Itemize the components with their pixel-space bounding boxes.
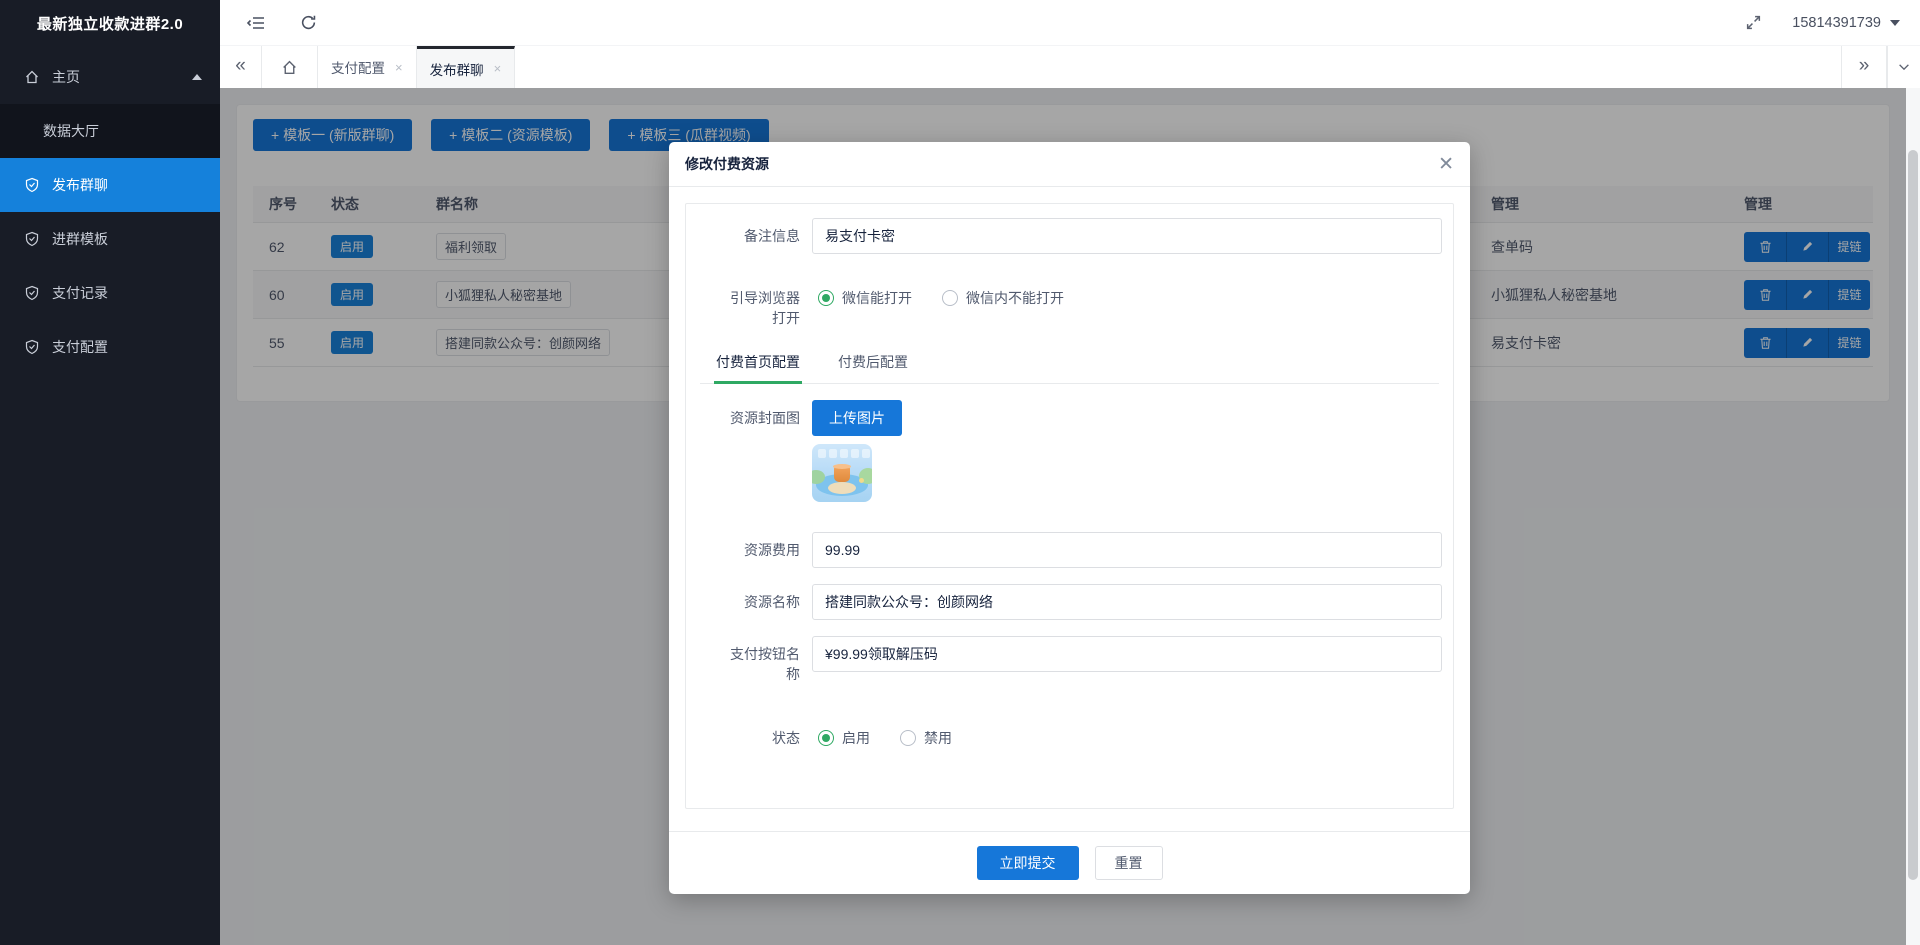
form-row-pay-button-name: 支付按钮名称	[686, 636, 1453, 684]
close-icon[interactable]: ×	[395, 60, 403, 75]
tab-home-button[interactable]	[262, 46, 318, 88]
thumbnail-art	[818, 449, 870, 458]
dialog-form: 备注信息 引导浏览器打开 微信能打开 微信内不能打开 付费首页配置 付费后配置 …	[685, 203, 1454, 809]
tabs-nav-bar: « 支付配置 × 发布群聊 × »	[220, 46, 1920, 88]
edit-paid-resource-dialog: 修改付费资源 ✕ 备注信息 引导浏览器打开 微信能打开 微信内不能打开 付费首页…	[669, 142, 1470, 894]
sidebar-item-label: 支付记录	[52, 283, 202, 303]
field-label: 引导浏览器打开	[724, 288, 800, 328]
radio-circle-icon	[818, 290, 834, 306]
shield-check-icon	[24, 231, 40, 247]
home-icon	[24, 69, 40, 85]
tab-label: 支付配置	[331, 57, 385, 77]
form-row-remark: 备注信息	[686, 218, 1453, 254]
radio-circle-icon	[900, 730, 916, 746]
scrollbar-track[interactable]	[1906, 88, 1920, 945]
chevron-down-icon	[1897, 60, 1911, 74]
resource-name-input[interactable]	[812, 584, 1442, 620]
home-icon	[281, 59, 298, 76]
sidebar-item-payment-records[interactable]: 支付记录	[0, 266, 220, 320]
sidebar-collapse-icon[interactable]	[246, 15, 266, 31]
dialog-title: 修改付费资源	[685, 154, 769, 174]
tabs-scroll-right-button[interactable]: »	[1841, 46, 1887, 88]
close-icon[interactable]: ×	[494, 61, 502, 76]
sidebar-item-home[interactable]: 主页	[0, 50, 220, 104]
user-phone: 15814391739	[1792, 15, 1881, 31]
field-label: 备注信息	[724, 218, 800, 246]
field-label: 资源费用	[724, 532, 800, 560]
sidebar-item-data-hall[interactable]: 数据大厅	[0, 104, 220, 158]
radio-label: 启用	[842, 728, 870, 748]
sidebar-item-label: 主页	[52, 67, 192, 87]
tab-payment-config[interactable]: 支付配置 ×	[318, 46, 417, 88]
sidebar-item-payment-config[interactable]: 支付配置	[0, 320, 220, 374]
refresh-icon[interactable]	[300, 14, 317, 31]
tab-label: 发布群聊	[430, 59, 484, 79]
radio-circle-icon	[942, 290, 958, 306]
shield-check-icon	[24, 285, 40, 301]
field-label: 资源名称	[724, 584, 800, 612]
radio-wechat-cannot-open[interactable]: 微信内不能打开	[942, 288, 1064, 308]
pay-button-name-input[interactable]	[812, 636, 1442, 672]
radio-status-enabled[interactable]: 启用	[818, 728, 870, 748]
shield-check-icon	[24, 177, 40, 193]
radio-label: 微信内不能打开	[966, 288, 1064, 308]
radio-circle-icon	[818, 730, 834, 746]
radio-label: 微信能打开	[842, 288, 912, 308]
field-label: 支付按钮名称	[724, 636, 800, 684]
tabs-scroll-left-button[interactable]: «	[220, 46, 262, 88]
app-title: 最新独立收款进群2.0	[0, 0, 220, 50]
form-row-status: 状态 启用 禁用	[686, 728, 1453, 748]
reset-button[interactable]: 重置	[1095, 846, 1163, 880]
top-header: 15814391739	[220, 0, 1920, 46]
sidebar-item-label: 数据大厅	[43, 121, 99, 141]
tab-publish-group[interactable]: 发布群聊 ×	[417, 46, 516, 88]
form-row-browser-open: 引导浏览器打开 微信能打开 微信内不能打开	[686, 288, 1453, 328]
sidebar-item-label: 发布群聊	[52, 175, 202, 195]
fullscreen-icon[interactable]	[1745, 14, 1762, 31]
sidebar-item-publish-group[interactable]: 发布群聊	[0, 158, 220, 212]
sidebar-item-label: 支付配置	[52, 337, 202, 357]
form-row-cover: 资源封面图 上传图片	[686, 400, 1453, 502]
sidebar: 最新独立收款进群2.0 主页 数据大厅 发布群聊 进群模板 支付记录 支付配置	[0, 0, 220, 945]
resource-fee-input[interactable]	[812, 532, 1442, 568]
modal-tabs: 付费首页配置 付费后配置	[700, 352, 1439, 384]
radio-wechat-can-open[interactable]: 微信能打开	[818, 288, 912, 308]
sidebar-item-label: 进群模板	[52, 229, 202, 249]
form-row-fee: 资源费用	[686, 532, 1453, 568]
double-chevron-left-icon: «	[235, 56, 246, 78]
radio-label: 禁用	[924, 728, 952, 748]
form-row-name: 资源名称	[686, 584, 1453, 620]
tab-after-payment-config[interactable]: 付费后配置	[836, 352, 910, 383]
double-chevron-right-icon: »	[1859, 56, 1870, 78]
user-account-dropdown[interactable]: 15814391739	[1792, 15, 1900, 31]
submit-button[interactable]: 立即提交	[977, 846, 1079, 880]
dialog-header: 修改付费资源 ✕	[669, 142, 1470, 187]
tabs-list-dropdown-button[interactable]	[1887, 46, 1920, 88]
caret-up-icon	[192, 74, 202, 80]
upload-image-button[interactable]: 上传图片	[812, 400, 902, 436]
caret-down-icon	[1890, 20, 1900, 26]
tabbar-spacer	[515, 46, 1841, 88]
scrollbar-thumb[interactable]	[1908, 150, 1918, 880]
browser-open-radio-group: 微信能打开 微信内不能打开	[812, 288, 1094, 308]
status-radio-group: 启用 禁用	[812, 728, 982, 748]
remark-input[interactable]	[812, 218, 1442, 254]
dialog-footer: 立即提交 重置	[669, 831, 1470, 894]
tab-paid-homepage-config[interactable]: 付费首页配置	[714, 352, 802, 383]
field-label: 状态	[724, 728, 800, 748]
field-label: 资源封面图	[724, 400, 800, 428]
radio-status-disabled[interactable]: 禁用	[900, 728, 952, 748]
shield-check-icon	[24, 339, 40, 355]
cover-image-thumbnail[interactable]	[812, 444, 872, 502]
sidebar-item-join-template[interactable]: 进群模板	[0, 212, 220, 266]
close-icon[interactable]: ✕	[1438, 155, 1454, 174]
